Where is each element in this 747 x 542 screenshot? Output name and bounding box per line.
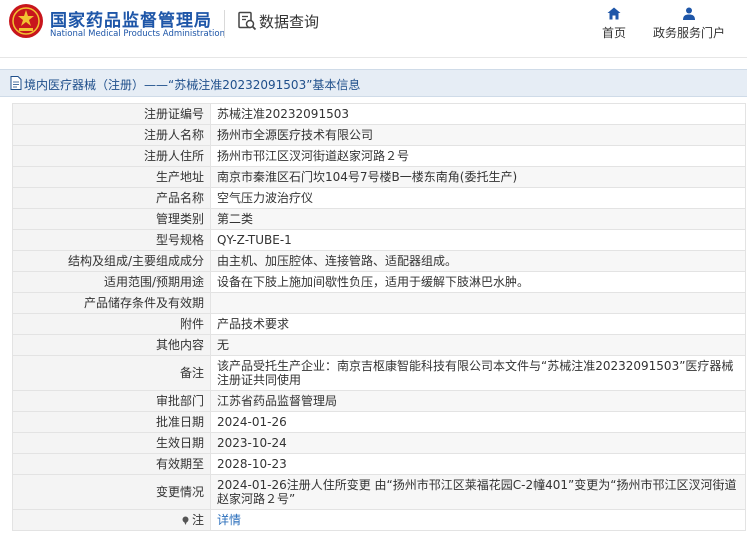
row-value: 第二类: [210, 208, 746, 230]
table-row: 管理类别 第二类: [12, 208, 746, 230]
site-header: 国家药品监督管理局 National Medical Products Admi…: [0, 0, 747, 58]
nav-gov-service-portal[interactable]: 政务服务门户: [651, 7, 727, 41]
table-row: 备注 该产品受托生产企业：南京吉枢康智能科技有限公司本文件与“苏械注准20232…: [12, 355, 746, 391]
row-label: 批准日期: [12, 411, 211, 433]
row-label: 结构及组成/主要组成成分: [12, 250, 211, 272]
record-title-bar: 境内医疗器械（注册）——“苏械注准20232091503”基本信息: [0, 69, 747, 97]
record-title: 境内医疗器械（注册）——“苏械注准20232091503”基本信息: [24, 78, 361, 92]
org-name-cn[interactable]: 国家药品监督管理局: [50, 6, 212, 31]
data-query-icon: [238, 11, 257, 31]
table-row: 型号规格 QY-Z-TUBE-1: [12, 229, 746, 251]
table-row: 其他内容 无: [12, 334, 746, 356]
row-label: 有效期至: [12, 453, 211, 475]
emblem-logo-icon[interactable]: [8, 3, 44, 39]
row-value: QY-Z-TUBE-1: [210, 229, 746, 251]
note-label-cell: 注: [12, 509, 211, 531]
table-row: 注册人名称 扬州市全源医疗技术有限公司: [12, 124, 746, 146]
row-value: [210, 292, 746, 314]
table-row: 结构及组成/主要组成成分 由主机、加压腔体、连接管路、适配器组成。: [12, 250, 746, 272]
table-row: 审批部门 江苏省药品监督管理局: [12, 390, 746, 412]
row-value: 江苏省药品监督管理局: [210, 390, 746, 412]
table-row: 附件 产品技术要求: [12, 313, 746, 335]
nav-home-label: 首页: [601, 26, 626, 40]
table-row: 产品储存条件及有效期: [12, 292, 746, 314]
row-value: 产品技术要求: [210, 313, 746, 335]
row-label: 注册人名称: [12, 124, 211, 146]
table-row: 有效期至 2028-10-23: [12, 453, 746, 475]
nav-home[interactable]: 首页: [599, 7, 629, 41]
row-label: 附件: [12, 313, 211, 335]
nav-gov-label: 政务服务门户: [652, 26, 725, 40]
home-icon: [607, 7, 621, 20]
row-label: 型号规格: [12, 229, 211, 251]
table-row: 产品名称 空气压力波治疗仪: [12, 187, 746, 209]
note-value: 详情: [210, 509, 746, 531]
row-value: 扬州市邗江区汊河街道赵家河路２号: [210, 145, 746, 167]
document-icon: [10, 76, 22, 90]
detail-link[interactable]: 详情: [217, 513, 241, 527]
row-value: 设备在下肢上施加间歇性负压，适用于缓解下肢淋巴水肿。: [210, 271, 746, 293]
row-label: 产品名称: [12, 187, 211, 209]
row-label: 注册证编号: [12, 103, 211, 125]
row-value: 空气压力波治疗仪: [210, 187, 746, 209]
section-title: 数据查询: [259, 13, 320, 31]
header-divider: [224, 10, 225, 38]
row-value: 2023-10-24: [210, 432, 746, 454]
table-row: 适用范围/预期用途 设备在下肢上施加间歇性负压，适用于缓解下肢淋巴水肿。: [12, 271, 746, 293]
row-value: 2028-10-23: [210, 453, 746, 475]
table-row: 变更情况 2024-01-26注册人住所变更 由“扬州市邗江区莱福花园C-2幢4…: [12, 474, 746, 510]
row-label: 生效日期: [12, 432, 211, 454]
row-value: 2024-01-26注册人住所变更 由“扬州市邗江区莱福花园C-2幢401”变更…: [210, 474, 746, 510]
row-value: 2024-01-26: [210, 411, 746, 433]
row-value: 由主机、加压腔体、连接管路、适配器组成。: [210, 250, 746, 272]
row-label: 审批部门: [12, 390, 211, 412]
row-value: 该产品受托生产企业：南京吉枢康智能科技有限公司本文件与“苏械注准20232091…: [210, 355, 746, 391]
pin-icon: [182, 516, 189, 525]
row-label: 变更情况: [12, 474, 211, 510]
user-icon: [683, 7, 695, 20]
row-label: 适用范围/预期用途: [12, 271, 211, 293]
table-row: 注册证编号 苏械注准20232091503: [12, 103, 746, 125]
org-name-en[interactable]: National Medical Products Administration: [50, 29, 225, 39]
row-value: 无: [210, 334, 746, 356]
row-value: 苏械注准20232091503: [210, 103, 746, 125]
row-label: 管理类别: [12, 208, 211, 230]
row-label: 产品储存条件及有效期: [12, 292, 211, 314]
row-value: 南京市秦淮区石门坎104号7号楼B一楼东南角(委托生产): [210, 166, 746, 188]
table-row: 批准日期 2024-01-26: [12, 411, 746, 433]
table-row: 生效日期 2023-10-24: [12, 432, 746, 454]
table-row: 生产地址 南京市秦淮区石门坎104号7号楼B一楼东南角(委托生产): [12, 166, 746, 188]
row-label: 生产地址: [12, 166, 211, 188]
row-value: 扬州市全源医疗技术有限公司: [210, 124, 746, 146]
row-label: 备注: [12, 355, 211, 391]
row-label: 其他内容: [12, 334, 211, 356]
row-label: 注册人住所: [12, 145, 211, 167]
table-row: 注册人住所 扬州市邗江区汊河街道赵家河路２号: [12, 145, 746, 167]
device-detail-table: 注册证编号 苏械注准20232091503 注册人名称 扬州市全源医疗技术有限公…: [12, 103, 746, 531]
note-label: 注: [191, 513, 204, 527]
table-row: 注 详情: [12, 509, 746, 531]
